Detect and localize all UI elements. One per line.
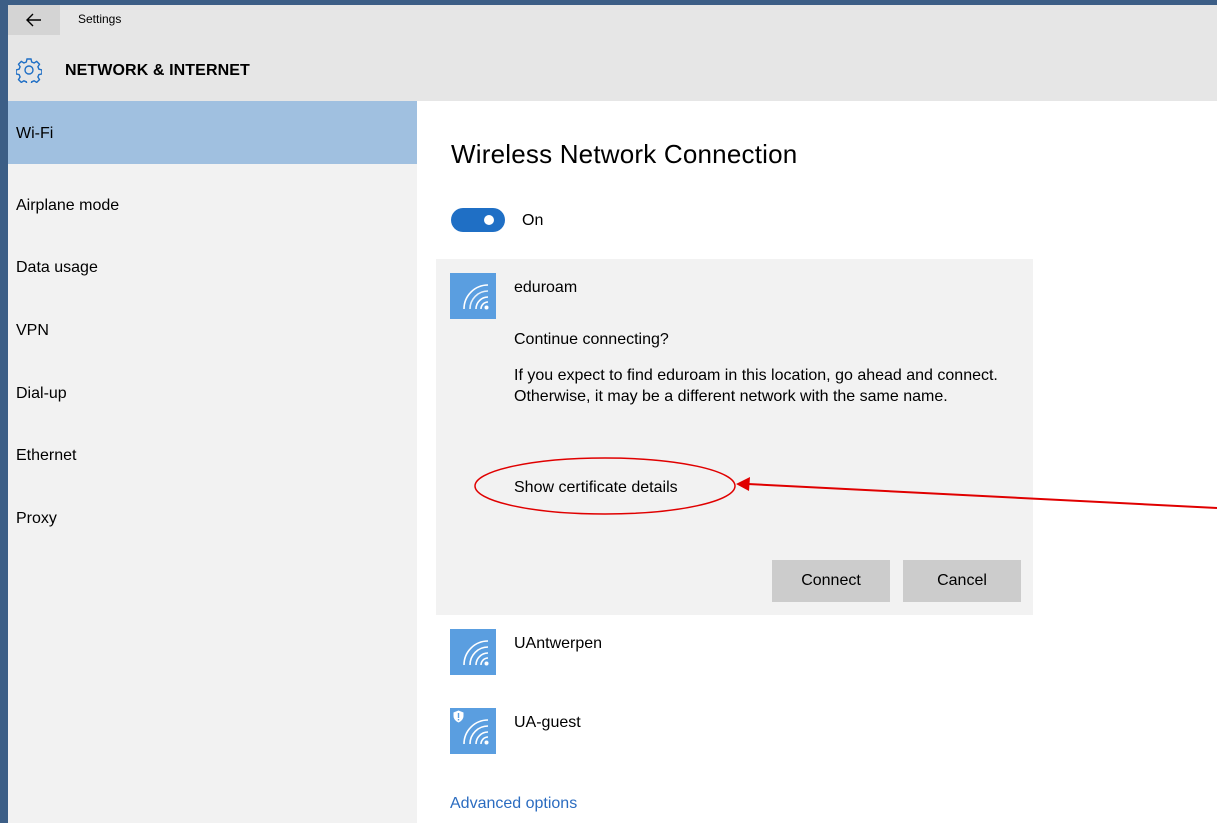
main-content: Wireless Network Connection On eduroam C… [417,101,1217,823]
network-name: eduroam [514,279,578,296]
connect-description: If you expect to find eduroam in this lo… [514,367,998,405]
gear-icon [16,58,42,83]
page-title: Wireless Network Connection [451,139,798,169]
sidebar-item-data-usage[interactable]: Data usage [8,235,417,298]
sidebar-item-ethernet[interactable]: Ethernet [8,423,417,486]
shield-warning-icon [453,710,464,723]
connect-button[interactable]: Connect [772,560,890,602]
network-item-expanded[interactable]: eduroam Continue connecting? If you expe… [436,259,1033,615]
advanced-options-link[interactable]: Advanced options [450,795,577,813]
connect-question: Continue connecting? [514,331,669,348]
toggle-state-label: On [522,212,544,229]
show-certificate-details-link[interactable]: Show certificate details [514,479,678,497]
wifi-signal-icon [450,708,496,754]
settings-window: Settings NETWORK & INTERNET Wi-Fi Airpla… [0,0,1217,823]
sidebar-item-label: VPN [16,322,49,339]
toggle-knob [484,215,494,225]
sidebar-item-wifi[interactable]: Wi-Fi [8,101,417,164]
sidebar-item-label: Proxy [16,510,57,527]
sidebar-item-label: Wi-Fi [16,125,54,142]
window-title: Settings [78,12,122,26]
sidebar: Wi-Fi Airplane mode Data usage VPN Dial-… [8,101,417,823]
back-button[interactable] [8,5,60,35]
section-heading: NETWORK & INTERNET [65,62,250,79]
page-header: NETWORK & INTERNET [8,35,1217,101]
sidebar-item-vpn[interactable]: VPN [8,298,417,361]
network-item-uantwerpen[interactable]: UAntwerpen [436,615,1033,685]
sidebar-item-label: Data usage [16,259,98,276]
sidebar-item-label: Dial-up [16,385,67,402]
sidebar-item-dial-up[interactable]: Dial-up [8,361,417,424]
wifi-signal-icon [450,629,496,675]
cancel-button[interactable]: Cancel [903,560,1021,602]
arrow-left-icon [26,13,41,27]
sidebar-item-label: Ethernet [16,447,77,464]
network-item-ua-guest[interactable]: UA-guest [436,694,1033,764]
network-name: UAntwerpen [514,635,603,652]
wifi-toggle[interactable] [451,208,505,232]
sidebar-item-label: Airplane mode [16,197,120,214]
sidebar-item-proxy[interactable]: Proxy [8,486,417,549]
network-name: UA-guest [514,714,581,731]
title-bar: Settings [8,5,1217,35]
sidebar-item-airplane-mode[interactable]: Airplane mode [8,173,417,236]
wifi-signal-icon [450,273,496,319]
